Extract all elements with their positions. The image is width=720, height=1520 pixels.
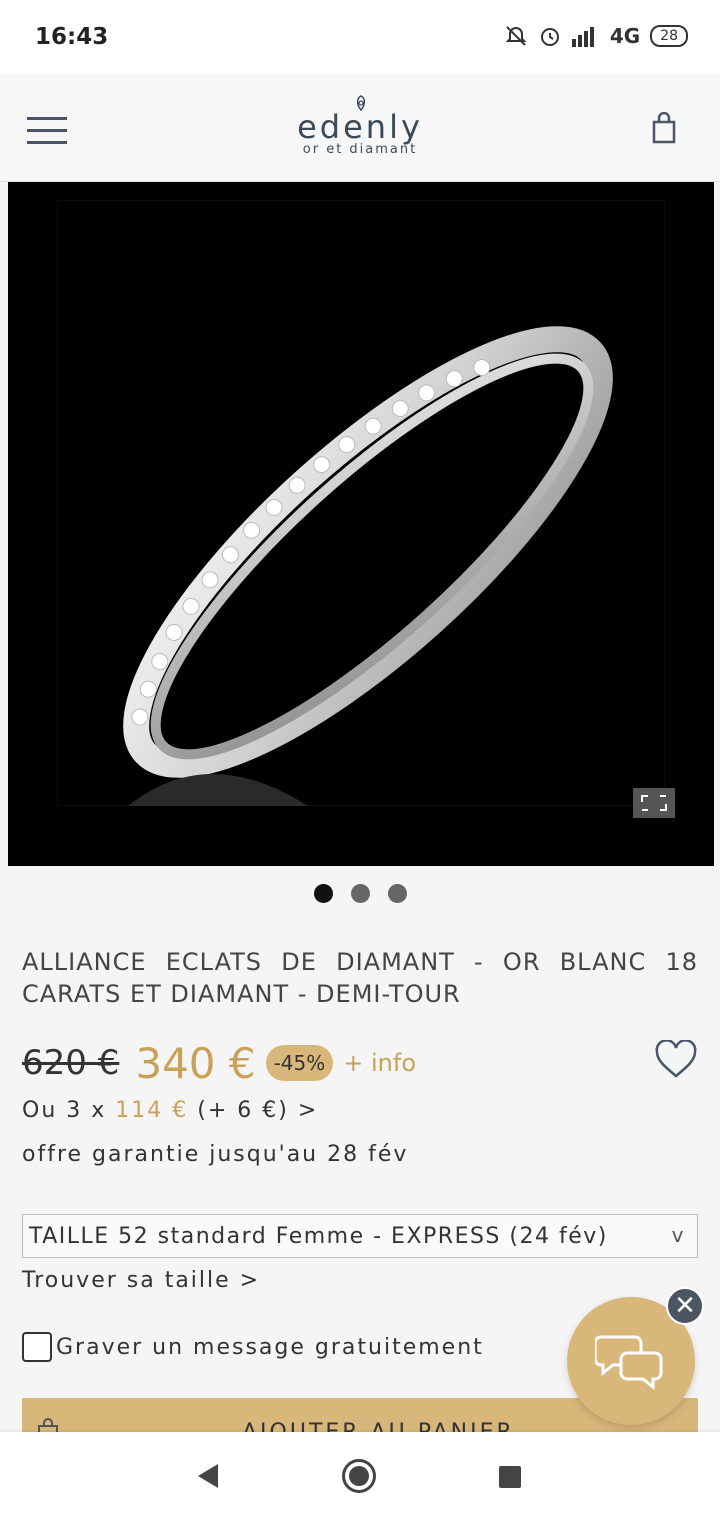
old-price: 620 € [22, 1043, 120, 1083]
shopping-bag-icon[interactable] [650, 112, 678, 144]
carousel-dot[interactable] [313, 884, 333, 903]
chevron-down-icon: v [671, 1223, 685, 1247]
site-header: edenly or et diamant [0, 74, 720, 182]
expand-icon[interactable] [633, 788, 675, 818]
network-label: 4G [609, 24, 641, 48]
info-link[interactable]: + info [343, 1049, 416, 1077]
engrave-option[interactable]: Graver un message gratuitement [22, 1332, 484, 1362]
product-title: ALLIANCE ECLATS DE DIAMANT - OR BLANC 18… [22, 948, 698, 1008]
installment-amount: 114 € [115, 1098, 189, 1123]
engrave-label: Graver un message gratuitement [56, 1334, 484, 1360]
brand-logo[interactable]: edenly or et diamant [260, 94, 460, 157]
size-select[interactable]: TAILLE 52 standard Femme - EXPRESS (24 f… [22, 1214, 698, 1258]
carousel-dots [0, 884, 720, 903]
size-select-value: TAILLE 52 standard Femme - EXPRESS (24 f… [29, 1223, 608, 1249]
discount-badge: -45% [265, 1045, 334, 1081]
new-price: 340 € [135, 1038, 256, 1088]
brand-tagline: or et diamant [302, 142, 418, 157]
status-icons: 4G 28 [504, 24, 688, 48]
product-image[interactable] [8, 182, 714, 866]
battery-icon: 28 [650, 25, 688, 47]
status-time: 16:43 [35, 24, 109, 50]
alarm-icon [540, 28, 559, 46]
installment-link[interactable]: Ou 3 x 114 € (+ 6 €) > [22, 1098, 318, 1123]
chat-icon [595, 1335, 663, 1391]
brand-name: edenly [297, 108, 423, 146]
installment-prefix: Ou 3 x [22, 1098, 116, 1123]
chat-close-button[interactable]: ✕ [666, 1287, 704, 1325]
carousel-dot[interactable] [350, 884, 370, 903]
menu-icon[interactable] [27, 117, 67, 145]
status-bar: 16:43 4G 28 [0, 0, 720, 74]
offer-text: offre garantie jusqu'au 28 fév [22, 1142, 409, 1167]
installment-suffix: (+ 6 €) > [188, 1098, 319, 1123]
ring-image [123, 326, 613, 806]
system-nav-bar [0, 1432, 720, 1520]
logo-mark [356, 95, 366, 112]
find-size-link[interactable]: Trouver sa taille > [22, 1268, 260, 1293]
signal-icon [571, 27, 594, 47]
back-icon[interactable] [196, 1462, 220, 1490]
mute-icon [505, 26, 527, 46]
price-row: 620 € 340 € -45% + info [22, 1036, 698, 1090]
engrave-checkbox[interactable] [22, 1332, 52, 1362]
carousel-dot[interactable] [387, 884, 407, 903]
heart-icon[interactable] [654, 1040, 698, 1080]
home-icon[interactable] [342, 1459, 376, 1493]
recent-apps-icon[interactable] [499, 1466, 521, 1488]
